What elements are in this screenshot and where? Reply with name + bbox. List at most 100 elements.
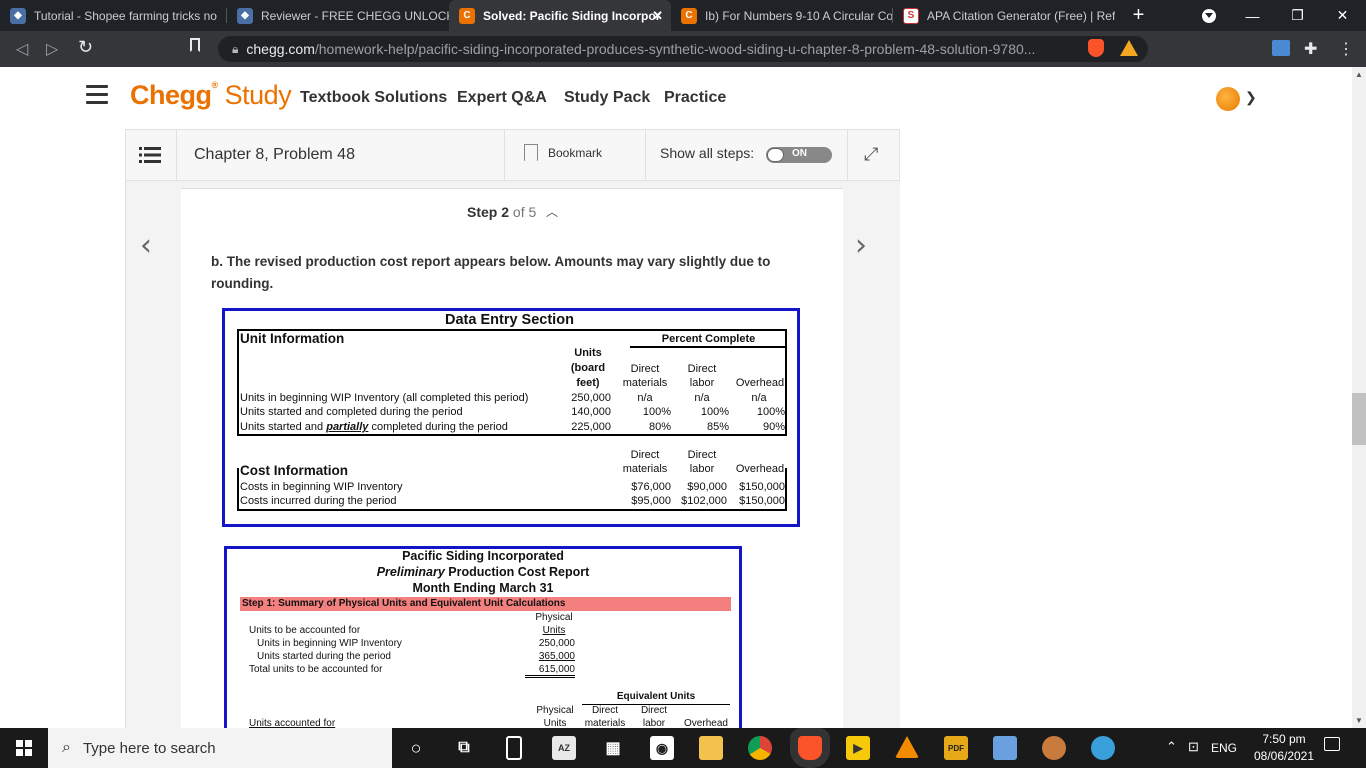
notepad-app-icon[interactable] [993, 736, 1017, 760]
direct-materials-header: Direct [630, 363, 660, 375]
browser-tab[interactable]: S APA Citation Generator (Free) | Ref [893, 0, 1115, 31]
chegg-fav-icon: C [459, 7, 475, 24]
clock-date[interactable]: 08/06/2021 [1248, 749, 1320, 763]
document-app-icon[interactable] [506, 736, 522, 760]
scrollbar-thumb[interactable] [1352, 393, 1366, 445]
row-dm: 80% [648, 421, 671, 433]
step-count: of 5 [512, 204, 537, 220]
row-oh: 90% [762, 421, 785, 433]
bookmark-button[interactable]: Bookmark [524, 144, 602, 161]
browser-tab[interactable]: ◆ Tutorial - Shopee farming tricks no [0, 0, 227, 31]
minimize-icon[interactable]: — [1230, 0, 1275, 31]
url-field[interactable]: 🔒︎ chegg.com/homework-help/pacific-sidin… [218, 36, 1148, 62]
browser-tab[interactable]: ◆ Reviewer - FREE CHEGG UNLOCKS [227, 0, 449, 31]
az-app-icon[interactable]: AZ [552, 736, 576, 760]
new-tab-icon[interactable]: + [1116, 0, 1161, 31]
started-label: Units started during the period [257, 651, 391, 662]
row-dl: 100% [700, 406, 729, 418]
taskbar-search-input[interactable]: ⌕ Type here to search [48, 728, 392, 768]
network-icon[interactable]: ⊡ [1188, 739, 1199, 755]
task-view-icon[interactable]: ⧉ [452, 736, 476, 760]
pdf-app-icon[interactable]: PDF [944, 736, 968, 760]
chegg-fav-icon: C [681, 7, 697, 24]
camera-icon[interactable]: ◉ [650, 736, 674, 760]
logo-study: Study [224, 80, 292, 110]
nav-expert-qa[interactable]: Expert Q&A [457, 89, 547, 107]
search-placeholder: Type here to search [82, 739, 216, 757]
bookmark-page-icon[interactable] [190, 38, 200, 57]
step-header[interactable]: Step 2 of 5 [467, 204, 536, 220]
chrome-icon[interactable] [748, 736, 772, 760]
scroll-down-icon[interactable]: ▼ [1355, 716, 1363, 725]
row-oh: 100% [756, 406, 785, 418]
units-header: feet) [576, 377, 600, 389]
clock-time[interactable]: 7:50 pm [1258, 732, 1310, 746]
sheet-title: Data Entry Section [445, 312, 574, 328]
menu-kebab-icon[interactable]: ⋮ [1338, 39, 1354, 59]
back-icon[interactable]: ◁ [16, 39, 28, 59]
vlc-icon[interactable] [895, 736, 919, 758]
restore-icon[interactable]: ❐ [1275, 0, 1320, 31]
close-window-icon[interactable]: ✕ [1320, 0, 1365, 31]
avatar[interactable] [1216, 87, 1240, 111]
show-steps-toggle[interactable]: ON [766, 147, 832, 163]
file-explorer-icon[interactable] [699, 736, 723, 760]
close-tab-icon[interactable]: ✕ [652, 8, 663, 24]
notifications-icon[interactable] [1324, 737, 1340, 751]
tab-label: Tutorial - Shopee farming tricks no [34, 8, 217, 23]
row-label-emphasis: partially [326, 421, 369, 433]
calculator-icon[interactable]: ▦ [601, 736, 625, 760]
toggle-label: ON [792, 148, 807, 159]
chevron-up-icon[interactable]: ⌃ [1166, 739, 1177, 755]
browser-tab[interactable]: C Ib) For Numbers 9-10 A Circular Co [671, 0, 893, 31]
reload-icon[interactable]: ↻ [78, 37, 93, 58]
nav-study-pack[interactable]: Study Pack [564, 89, 650, 107]
extensions-puzzle-icon[interactable]: ✚ [1304, 39, 1317, 59]
chevron-up-icon[interactable]: ︿ [546, 203, 558, 220]
chegg-study-logo[interactable]: Chegg® Study [130, 80, 292, 111]
toolbar-divider [504, 129, 505, 181]
game-app-icon[interactable] [1042, 736, 1066, 760]
nav-practice[interactable]: Practice [664, 89, 726, 107]
step-label: Step 2 [467, 204, 510, 220]
row-label-part: Units started and [240, 421, 327, 433]
hamburger-menu-icon[interactable] [86, 85, 108, 104]
telegram-icon[interactable] [1091, 736, 1115, 760]
browser-tab-bar: ◆ Tutorial - Shopee farming tricks no ◆ … [0, 0, 1366, 31]
language-indicator[interactable]: ENG [1211, 741, 1237, 755]
row-dm: n/a [637, 392, 653, 404]
previous-step-arrow-icon[interactable]: ‹ [140, 228, 152, 263]
units-header: (board [570, 362, 606, 374]
step1-heading: Step 1: Summary of Physical Units and Eq… [242, 598, 566, 609]
tab-search-icon[interactable] [1186, 0, 1231, 31]
site-header: Chegg® Study Textbook Solutions Expert Q… [0, 67, 1352, 129]
brave-rewards-icon[interactable] [1120, 40, 1138, 56]
forward-icon[interactable]: ▷ [46, 39, 58, 59]
report-period: Month Ending March 31 [412, 581, 554, 595]
expand-icon[interactable]: ⤢ [864, 144, 878, 165]
direct-labor-header: labor [689, 377, 715, 389]
nav-textbook-solutions[interactable]: Textbook Solutions [300, 89, 447, 107]
cost-row-oh: $150,000 [739, 495, 785, 507]
address-bar-row: ◁ ▷ ↻ 🔒︎ chegg.com/homework-help/pacific… [0, 31, 1366, 67]
bookmark-label: Bookmark [548, 145, 603, 160]
lock-icon: 🔒︎ [232, 41, 239, 56]
toggle-knob [767, 148, 784, 162]
show-steps-label: Show all steps: [660, 145, 755, 161]
video-player-icon[interactable]: ▶ [846, 736, 870, 760]
browser-tab-active[interactable]: C Solved: Pacific Siding Incorpor ✕ [449, 0, 671, 31]
brave-browser-icon[interactable] [798, 736, 822, 760]
bookmark-icon [524, 144, 538, 161]
tab-label: Reviewer - FREE CHEGG UNLOCKS [261, 8, 449, 23]
chevron-down-icon[interactable]: ❯ [1245, 89, 1257, 106]
report-title-italic: Preliminary [376, 565, 445, 579]
list-icon[interactable] [139, 146, 161, 164]
brave-shield-icon[interactable] [1088, 39, 1104, 57]
next-step-arrow-icon[interactable]: › [855, 228, 867, 263]
translate-extension-icon[interactable] [1272, 40, 1290, 56]
beg-wip-value: 250,000 [538, 638, 575, 649]
row-dm: 100% [642, 406, 671, 418]
cortana-icon[interactable]: ○ [404, 736, 428, 760]
scroll-up-icon[interactable]: ▲ [1355, 70, 1363, 79]
windows-start-icon[interactable] [0, 728, 48, 768]
